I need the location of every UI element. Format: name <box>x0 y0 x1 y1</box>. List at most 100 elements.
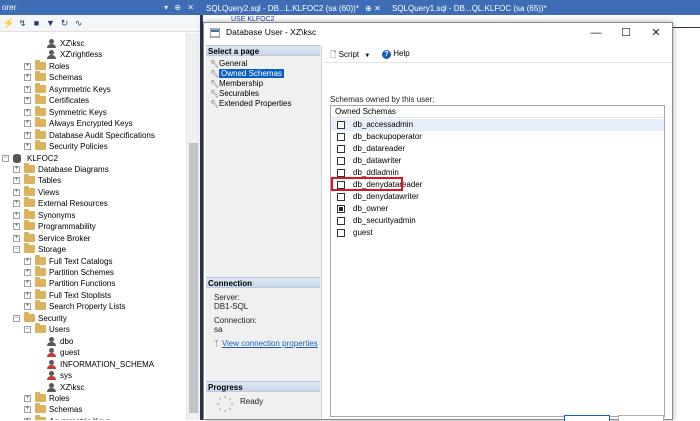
expand-icon[interactable]: + <box>24 257 31 265</box>
schema-row[interactable]: db_datawriter <box>331 155 664 167</box>
expand-icon[interactable]: + <box>24 394 31 402</box>
schema-row[interactable]: db_denydatawriter <box>331 191 664 203</box>
expand-icon[interactable]: + <box>13 211 20 219</box>
expand-icon[interactable]: + <box>24 108 31 116</box>
schema-checkbox[interactable] <box>337 157 345 165</box>
schema-checkbox[interactable] <box>337 193 345 201</box>
tree-node[interactable]: − Storage <box>0 243 185 256</box>
tree-node[interactable]: + Database Audit Specifications <box>0 128 185 142</box>
tree-node[interactable]: − Users <box>0 323 185 336</box>
object-explorer-tree: XZ\ksc XZ\rightless + Roles + Schemas + Asymmet… <box>0 33 185 420</box>
schema-checkbox[interactable] <box>337 121 345 129</box>
refresh-icon[interactable]: ↻ <box>59 18 70 29</box>
help-button[interactable]: ? Help <box>382 49 410 59</box>
collapse-icon[interactable]: − <box>2 154 9 162</box>
expand-icon[interactable]: + <box>24 291 31 299</box>
schema-checkbox[interactable] <box>337 145 345 153</box>
schema-row[interactable]: db_securityadmin <box>331 215 664 227</box>
tree-node[interactable]: + Programmability <box>0 220 185 233</box>
tree-node[interactable]: + Roles <box>0 59 185 73</box>
connect-icon[interactable]: ⚡ <box>3 18 14 29</box>
schema-row[interactable]: db_backupoperator <box>331 131 664 143</box>
tree-node[interactable]: + Symmetric Keys <box>0 105 185 119</box>
view-connection-link[interactable]: View connection properties <box>222 339 318 348</box>
page-securables[interactable]: 🔧︎Securables <box>210 89 259 99</box>
tree-node[interactable]: + Full Text Catalogs <box>0 254 185 268</box>
tree-node[interactable]: + Always Encrypted Keys <box>0 117 185 130</box>
tree-node[interactable]: +Asymmetric Keys <box>0 414 185 420</box>
tree-node[interactable]: + Roles <box>0 391 185 405</box>
schema-checkbox[interactable] <box>337 217 345 225</box>
expand-icon[interactable]: + <box>13 165 20 173</box>
schema-checkbox[interactable] <box>337 229 345 237</box>
collapse-icon[interactable]: − <box>24 326 31 334</box>
tab-label: SQLQuery1.sql - DB...QL.KLFOC (sa (65))* <box>392 4 547 13</box>
tree-node[interactable]: XZ\ksc <box>0 382 185 394</box>
schema-checkbox[interactable] <box>337 205 345 213</box>
schema-checkbox[interactable] <box>337 169 345 177</box>
expand-icon[interactable]: + <box>24 74 31 82</box>
expand-icon[interactable]: + <box>24 85 31 93</box>
expand-icon[interactable]: + <box>24 62 31 70</box>
minimize-button[interactable]: — <box>582 25 610 41</box>
expand-icon[interactable]: + <box>24 143 31 151</box>
page-extended-properties[interactable]: 🔧︎Extended Properties <box>210 99 292 109</box>
chevron-down-icon[interactable]: ▼ <box>364 53 370 59</box>
expand-icon[interactable]: + <box>13 188 20 196</box>
tree-node[interactable]: + Full Text Stoplists <box>0 288 185 302</box>
schema-row[interactable]: guest <box>331 227 664 239</box>
expand-icon[interactable]: + <box>13 200 20 208</box>
tree-node[interactable]: sys <box>0 370 185 382</box>
view-connection-properties[interactable]: ᛉ View connection properties <box>214 339 318 348</box>
schema-row[interactable]: db_accessadmin <box>331 119 664 131</box>
tab-sqlquery1[interactable]: SQLQuery1.sql - DB...QL.KLFOC (sa (65))* <box>388 2 551 15</box>
owned-schemas-list[interactable]: Owned Schemas db_accessadmin db_backupope… <box>330 105 665 417</box>
expand-icon[interactable]: + <box>24 406 31 414</box>
tree-node[interactable]: +Asymmetric Keys <box>0 82 185 96</box>
tree-node[interactable]: + Certificates <box>0 94 185 107</box>
schema-row[interactable]: db_datareader <box>331 143 664 155</box>
ok-button[interactable] <box>564 415 610 421</box>
collapse-icon[interactable]: − <box>13 314 20 322</box>
tree-node[interactable]: + Partition Schemes <box>0 266 185 279</box>
maximize-button[interactable]: ☐ <box>612 25 640 41</box>
explorer-scrollbar[interactable] <box>186 33 199 420</box>
expand-icon[interactable]: + <box>24 280 31 288</box>
tree-node[interactable]: XZ\rightless <box>0 49 185 61</box>
collapse-icon[interactable]: − <box>13 246 20 254</box>
expand-icon[interactable]: + <box>24 97 31 105</box>
tree-node[interactable]: − Security <box>0 311 185 325</box>
schema-row[interactable]: db_owner <box>331 203 664 215</box>
expand-icon[interactable]: + <box>24 269 31 276</box>
tree-node[interactable]: XZ\ksc <box>0 38 185 50</box>
expand-icon[interactable]: + <box>13 177 20 185</box>
tree-node[interactable]: + Schemas <box>0 403 185 416</box>
expand-icon[interactable]: + <box>24 303 31 311</box>
page-owned-schemas[interactable]: 🔧︎ Owned Schemas <box>210 69 284 79</box>
tree-node[interactable]: + Partition Functions <box>0 277 185 290</box>
explorer-scrollbar-thumb[interactable] <box>189 143 198 413</box>
owned-schemas-column-header[interactable]: Owned Schemas <box>331 106 664 118</box>
disconnect-icon[interactable]: ↯ <box>17 18 28 29</box>
tab-controls[interactable]: ⊕ ✕ <box>365 4 381 13</box>
tree-node[interactable]: dbo <box>0 336 185 348</box>
page-general[interactable]: 🔧︎General <box>210 59 247 69</box>
stop-icon[interactable]: ■ <box>31 18 42 29</box>
page-membership[interactable]: 🔧︎Membership <box>210 79 263 89</box>
tree-node[interactable]: + Schemas <box>0 71 185 84</box>
schema-checkbox[interactable] <box>337 133 345 141</box>
activity-icon[interactable]: ∿ <box>73 18 84 29</box>
expand-icon[interactable]: + <box>24 120 31 128</box>
panel-window-controls[interactable]: ▾ ⊕ ✕ <box>164 0 196 15</box>
script-button[interactable]: 🗋︎ Script ▼ <box>330 49 370 63</box>
cancel-button[interactable] <box>618 415 664 421</box>
tab-sqlquery2[interactable]: SQLQuery2.sql - DB...L.KLFOC2 (sa (60))*… <box>202 2 385 15</box>
tree-node[interactable]: INFORMATION_SCHEMA <box>0 359 185 371</box>
filter-icon[interactable]: ▼ <box>45 18 56 29</box>
expand-icon[interactable]: + <box>24 131 31 139</box>
tree-node[interactable]: guest <box>0 347 185 359</box>
expand-icon[interactable]: + <box>13 223 20 231</box>
close-button[interactable]: ✕ <box>642 25 670 41</box>
expand-icon[interactable]: + <box>13 234 20 242</box>
tree-node[interactable]: + Security Policies <box>0 140 185 153</box>
